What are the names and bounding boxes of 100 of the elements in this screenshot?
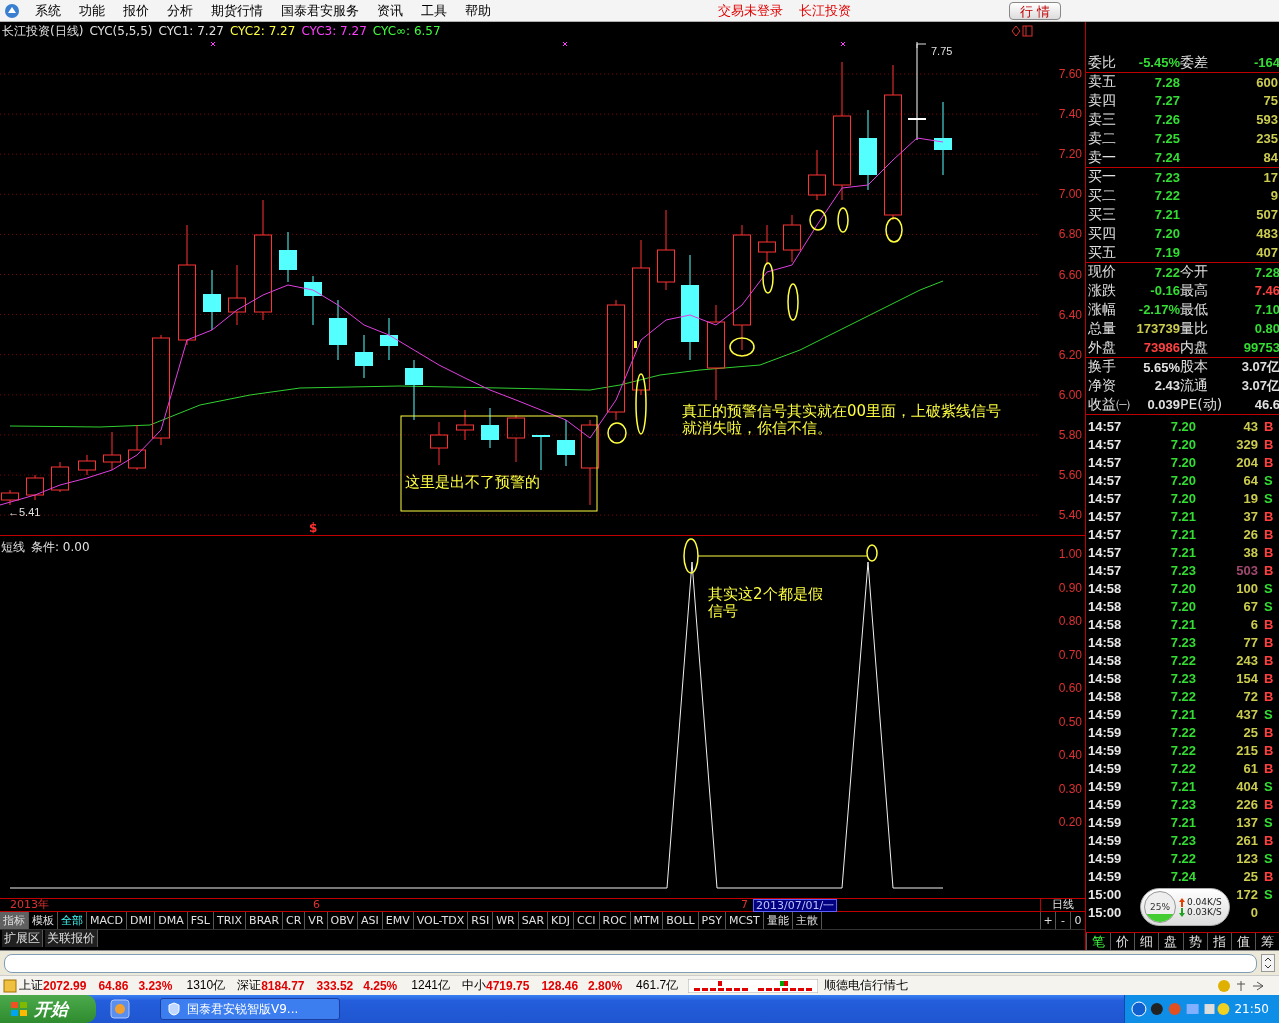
annotation-text: 这里是出不了预警的 — [405, 474, 540, 491]
trade-time: 14:57 — [1088, 508, 1122, 524]
usage-text: 25% — [1150, 902, 1170, 912]
menu-item[interactable]: 功能 — [70, 1, 114, 20]
quote-label: 最低 — [1180, 300, 1209, 319]
quote-label: 最高 — [1180, 281, 1209, 300]
indicator-tab[interactable]: TRIX — [213, 912, 247, 929]
order-label: 卖三 — [1088, 110, 1117, 129]
annotation-text: 其实这2个都是假信号 — [708, 586, 824, 620]
axis-label: 7.00 — [1058, 187, 1082, 202]
order-price: 7.28 — [1153, 74, 1180, 90]
indicator-tab[interactable]: WR — [493, 912, 519, 929]
quote-label: 涨跌 — [1088, 281, 1117, 300]
indicator-tab[interactable]: 模板 — [29, 912, 58, 929]
trade-volume: 154 — [1236, 670, 1258, 686]
trade-side: B — [1263, 526, 1274, 542]
menu-item[interactable]: 资讯 — [368, 1, 412, 20]
indicator-tab[interactable]: CR — [283, 912, 306, 929]
scroll-arrows-icon[interactable] — [1261, 954, 1275, 972]
candlestick — [532, 434, 550, 471]
candlestick — [51, 461, 69, 493]
extra-tab[interactable]: 关联报价 — [45, 930, 98, 947]
trade-volume: 215 — [1236, 742, 1258, 758]
quote-value: 5.65% — [1142, 359, 1180, 375]
trade-side: B — [1263, 868, 1274, 884]
quote-label: 股本 — [1180, 358, 1209, 376]
shield-icon — [167, 1002, 181, 1016]
quote-label: 净资 — [1088, 376, 1117, 395]
menu-item[interactable]: 分析 — [158, 1, 202, 20]
axis-label: 7.60 — [1058, 67, 1082, 81]
trade-volume: 19 — [1243, 490, 1258, 506]
command-input[interactable] — [4, 953, 1257, 973]
candlestick — [456, 409, 474, 441]
status-link[interactable]: 长江投资 — [791, 1, 859, 20]
indicator-tab[interactable]: VOL-TDX — [413, 912, 469, 929]
indicator-condition: 条件: 0.00 — [31, 539, 90, 556]
menu-item[interactable]: 报价 — [114, 1, 158, 20]
trade-side: B — [1263, 418, 1274, 434]
trade-volume: 503 — [1236, 562, 1258, 578]
quick-launch-icon[interactable] — [110, 999, 130, 1019]
index-change: 333.52 — [316, 978, 354, 993]
menu-item[interactable]: 工具 — [412, 1, 456, 20]
trade-side: S — [1263, 706, 1273, 722]
zoom-button[interactable]: - — [1055, 912, 1070, 929]
trade-side: B — [1263, 652, 1274, 668]
trade-side: B — [1263, 724, 1274, 740]
quote-value: 0.039 — [1146, 397, 1180, 412]
server-name: 顺德电信行情七 — [824, 977, 909, 994]
trade-side: B — [1263, 436, 1274, 452]
trade-time: 14:59 — [1088, 742, 1122, 758]
extra-tab[interactable]: 扩展区 — [2, 930, 43, 947]
zoom-button[interactable]: + — [1040, 912, 1055, 929]
trade-price: 7.22 — [1170, 760, 1196, 776]
quote-button[interactable]: 行 情 — [1008, 1, 1061, 20]
order-volume: 507 — [1255, 207, 1278, 222]
index-percent: 3.23% — [138, 978, 173, 993]
menu-item[interactable]: 国泰君安服务 — [272, 1, 368, 20]
tray-icons-icon — [1131, 1001, 1231, 1017]
trade-side: B — [1263, 616, 1274, 632]
zoom-button[interactable]: 0 — [1070, 912, 1085, 929]
quote-value: 2.43 — [1153, 378, 1180, 393]
trade-price: 7.23 — [1170, 832, 1196, 848]
highlight-ellipse — [809, 209, 827, 231]
trade-volume: 25 — [1243, 724, 1258, 740]
menu-item[interactable]: 系统 — [26, 1, 70, 20]
index-price: 8184.77 — [261, 978, 305, 993]
clock-text: 21:50 — [1234, 1002, 1269, 1016]
trade-side: S — [1263, 472, 1273, 488]
indicator-tab[interactable]: CCI — [574, 912, 600, 929]
order-price: 7.23 — [1153, 169, 1180, 185]
indicator-tab[interactable]: VR — [305, 912, 328, 929]
taskbar-button[interactable]: 国泰君安锐智版V9... — [160, 998, 340, 1020]
candlestick — [78, 454, 96, 476]
trade-price: 7.20 — [1170, 418, 1196, 434]
indicator-tab[interactable]: 全部 — [58, 912, 87, 929]
axis-label: 0.80 — [1058, 614, 1082, 628]
trade-volume: 100 — [1236, 580, 1258, 596]
trade-volume: 329 — [1236, 436, 1258, 452]
trade-side: B — [1263, 562, 1274, 578]
trade-time: 14:59 — [1088, 796, 1122, 812]
indicator-name: 短线 — [1, 539, 25, 556]
status-link[interactable]: 交易未登录 — [710, 1, 791, 20]
signal-mark: $ — [309, 521, 318, 535]
trade-price: 7.22 — [1170, 688, 1196, 704]
start-button[interactable]: 开始 — [0, 995, 96, 1023]
order-label: 买一 — [1088, 168, 1117, 186]
marker-icon — [634, 341, 637, 348]
trade-side: S — [1263, 598, 1273, 614]
axis-label: 6.20 — [1058, 347, 1082, 362]
menu-item[interactable]: 期货行情 — [202, 1, 272, 20]
trade-time: 14:57 — [1088, 490, 1122, 506]
trade-volume: 123 — [1236, 850, 1258, 866]
trade-volume: 43 — [1243, 418, 1258, 434]
axis-label: 5.40 — [1058, 508, 1082, 523]
indicator-tab[interactable]: 指标 — [0, 912, 29, 929]
menu-item[interactable]: 帮助 — [456, 1, 500, 20]
order-label: 卖二 — [1088, 129, 1117, 148]
window-controls-icon — [1011, 25, 1033, 37]
legend-text: 长江投资(日线) — [2, 22, 84, 40]
trade-price: 7.21 — [1170, 706, 1196, 722]
